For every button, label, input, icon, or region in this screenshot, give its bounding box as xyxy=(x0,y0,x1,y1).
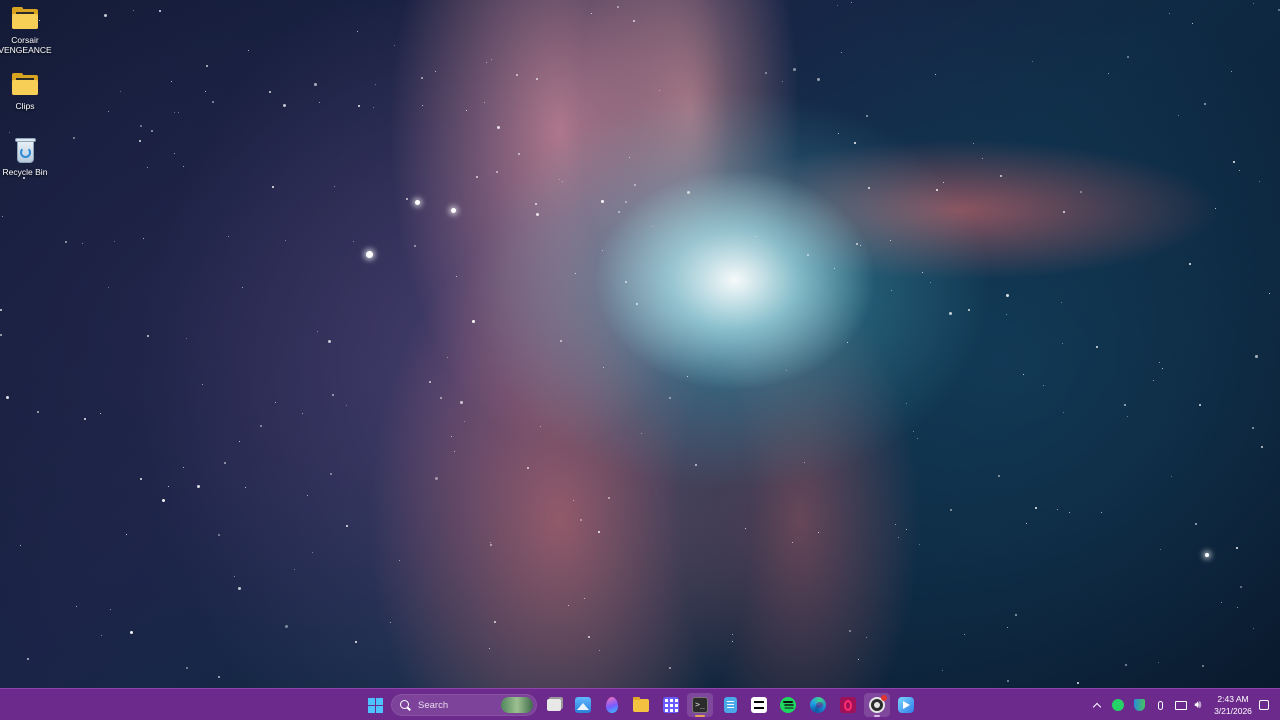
whatsapp-icon xyxy=(1112,699,1124,711)
spotify-icon xyxy=(780,697,796,713)
search-highlight-image xyxy=(501,697,533,713)
tray-microphone[interactable] xyxy=(1150,693,1170,717)
desktop-icon-label: Clips xyxy=(15,101,35,111)
tray-volume[interactable]: 🔊︎ xyxy=(1188,693,1208,717)
clock[interactable]: 2:43 AM 3/21/2026 xyxy=(1210,693,1256,717)
capcut-icon xyxy=(751,697,767,713)
taskbar-app-obs-studio[interactable] xyxy=(864,693,890,717)
paint-drop-icon xyxy=(606,697,618,713)
task-view-icon xyxy=(547,699,561,711)
defender-icon xyxy=(1133,699,1145,711)
taskbar: Search >_ 🔊︎ 2:43 AM 3/21/2026 xyxy=(0,688,1280,720)
task-view-button[interactable] xyxy=(541,693,567,717)
folder-icon xyxy=(10,72,40,98)
taskbar-app-notepad[interactable] xyxy=(717,693,743,717)
notepad-icon xyxy=(723,697,737,713)
photos-icon xyxy=(575,697,591,713)
taskbar-app-spotify[interactable] xyxy=(775,693,801,717)
folder-icon xyxy=(633,696,649,712)
taskbar-app-terminal[interactable]: >_ xyxy=(687,693,713,717)
notification-bell-icon xyxy=(1259,700,1269,710)
tray-whatsapp[interactable] xyxy=(1108,693,1128,717)
notification-dot-icon xyxy=(881,695,887,701)
taskbar-search-box[interactable]: Search xyxy=(391,694,537,716)
clock-time: 2:43 AM xyxy=(1217,694,1249,704)
taskbar-app-file-explorer[interactable] xyxy=(628,693,654,717)
taskbar-app-bluestacks[interactable] xyxy=(893,693,919,717)
taskbar-app-edge[interactable] xyxy=(805,693,831,717)
app-grid-icon xyxy=(663,697,679,713)
show-hidden-icons-button[interactable] xyxy=(1087,693,1107,717)
microphone-icon xyxy=(1157,700,1163,710)
desktop-icon-label: Recycle Bin xyxy=(2,167,48,177)
taskbar-app-grid[interactable] xyxy=(658,693,684,717)
bluestacks-icon xyxy=(898,697,914,713)
network-icon xyxy=(1175,700,1187,710)
windows-logo-icon xyxy=(367,697,383,713)
tray-defender[interactable] xyxy=(1129,693,1149,717)
search-label: Search xyxy=(418,699,449,711)
notification-center-button[interactable] xyxy=(1254,693,1274,717)
terminal-icon: >_ xyxy=(692,697,708,713)
taskbar-app-photos[interactable] xyxy=(570,693,596,717)
desktop-icon-recycle-bin[interactable]: Recycle Bin xyxy=(0,138,50,177)
taskbar-app-capcut[interactable] xyxy=(746,693,772,717)
volume-icon: 🔊︎ xyxy=(1194,698,1202,711)
folder-icon xyxy=(10,6,40,32)
edge-icon xyxy=(810,697,826,713)
desktop-icon-clips[interactable]: Clips xyxy=(0,72,50,111)
clock-date: 3/21/2026 xyxy=(1214,706,1252,716)
desktop-wallpaper xyxy=(0,0,1280,688)
taskbar-app-opera-gx[interactable] xyxy=(835,693,861,717)
opera-gx-icon xyxy=(840,697,856,713)
desktop-icon-label: Corsair VENGEANCE xyxy=(0,35,52,55)
recycle-bin-icon xyxy=(10,138,40,164)
search-icon xyxy=(400,699,411,711)
desktop-icon-corsair-vengeance[interactable]: Corsair VENGEANCE xyxy=(0,6,52,55)
start-button[interactable] xyxy=(362,693,388,717)
chevron-up-icon xyxy=(1092,702,1102,711)
taskbar-app-paint-drop[interactable] xyxy=(599,693,625,717)
